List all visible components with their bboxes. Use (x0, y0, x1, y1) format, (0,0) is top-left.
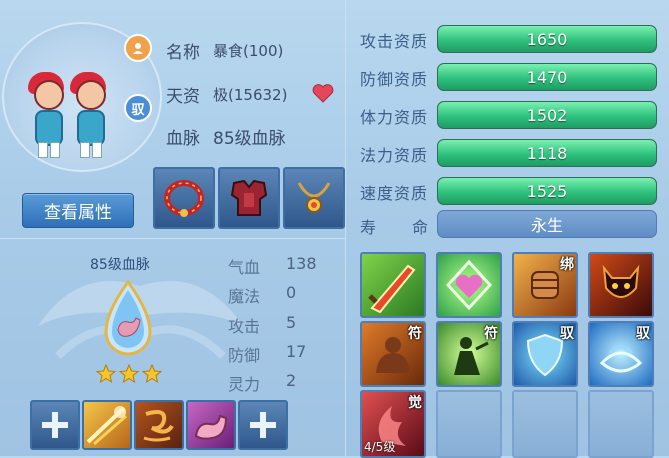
skill-slot-1[interactable] (360, 252, 426, 318)
aptitude-value-speed: 1525 (526, 181, 568, 201)
name-value: 暴食(100) (213, 42, 284, 60)
aptitude-value-defense: 1470 (526, 67, 568, 87)
stat-value-spirit: 2 (286, 371, 297, 390)
stat-label-hp: 气血 (228, 258, 261, 277)
skill-slot-9[interactable]: 觉 4/5级 (360, 390, 426, 458)
aptitude-label-speed: 速度资质 (360, 184, 429, 203)
equipment-slot-necklace[interactable] (283, 167, 345, 229)
panel-divider-horizontal (0, 238, 345, 239)
necklace-icon (297, 182, 331, 213)
bloodline-gem-icon[interactable] (100, 279, 156, 364)
stat-label-attack: 攻击 (228, 317, 261, 336)
aptitude-value-stamina: 1502 (526, 105, 568, 125)
aptitude-value-attack: 1650 (526, 29, 568, 49)
aptitude-label-magic: 法力资质 (360, 146, 429, 165)
armor-icon (230, 179, 268, 216)
aptitude-label-attack: 攻击资质 (360, 32, 429, 51)
person-icon[interactable] (124, 34, 152, 62)
heart-icon[interactable] (312, 83, 334, 107)
muscle-icon (194, 414, 228, 440)
skill-slot-4[interactable] (588, 252, 654, 318)
lifespan-label-2: 命 (412, 218, 429, 237)
lifespan-value: 永生 (437, 210, 657, 238)
panel-divider-vertical (345, 0, 346, 456)
stat-value-defense: 17 (286, 342, 307, 361)
stat-value-hp: 138 (286, 254, 317, 273)
skill-slot-7[interactable]: 驭 (512, 321, 578, 387)
heart-shield-icon (445, 259, 493, 311)
aptitude-bar-speed: 1525 (437, 177, 657, 205)
skill-slot-empty-11[interactable] (512, 390, 578, 458)
stat-label-spirit: 灵力 (228, 375, 261, 394)
aptitude-label-defense: 防御资质 (360, 70, 429, 89)
plus-icon (250, 412, 276, 438)
aptitude-bar-stamina: 1502 (437, 101, 657, 129)
skill-slot-6[interactable]: 符 (436, 321, 502, 387)
stat-label-mp: 魔法 (228, 287, 261, 306)
bloodline-panel-title: 85级血脉 (90, 257, 150, 273)
slash-icon (86, 406, 127, 446)
stat-value-attack: 5 (286, 313, 297, 332)
add-bloodline-skill-button-right[interactable] (238, 400, 288, 450)
demon-icon (602, 264, 640, 298)
stat-value-mp: 0 (286, 283, 297, 302)
bloodline-skill-1[interactable] (82, 400, 132, 450)
aptitude-bar-magic: 1118 (437, 139, 657, 167)
view-attributes-button[interactable]: 查看属性 (22, 193, 134, 228)
bloodline-value: 85级血脉 (213, 129, 286, 149)
skill-slot-3[interactable]: 绑 (512, 252, 578, 318)
plus-icon (42, 412, 68, 438)
skill-slot-2[interactable] (436, 252, 502, 318)
bloodline-label: 血脉 (166, 129, 200, 149)
aptitude-bar-defense: 1470 (437, 63, 657, 91)
aptitude-bar-attack: 1650 (437, 25, 657, 53)
stat-label-defense: 防御 (228, 346, 261, 365)
add-bloodline-skill-button-left[interactable] (30, 400, 80, 450)
skill-slot-empty-10[interactable] (436, 390, 502, 458)
talent-label: 天资 (166, 87, 200, 107)
lifespan-label-1: 寿 (360, 218, 377, 237)
collar-icon (164, 180, 204, 217)
equipment-slot-collar[interactable] (153, 167, 215, 229)
bloodline-skill-2[interactable] (134, 400, 184, 450)
flaming-sword-icon (368, 264, 416, 314)
spiral-icon (143, 410, 174, 442)
aptitude-label-stamina: 体力资质 (360, 108, 429, 127)
skill-slot-5[interactable]: 符 (360, 321, 426, 387)
star-rating (95, 363, 163, 388)
mount-badge: 驭 (124, 94, 152, 122)
bloodline-skill-3[interactable] (186, 400, 236, 450)
equipment-slot-armor[interactable] (218, 167, 280, 229)
talent-value: 极(15632) (213, 86, 288, 104)
aptitude-value-magic: 1118 (526, 143, 568, 163)
skill-slot-empty-12[interactable] (588, 390, 654, 458)
name-label: 名称 (166, 43, 200, 63)
skill-slot-8[interactable]: 驭 (588, 321, 654, 387)
